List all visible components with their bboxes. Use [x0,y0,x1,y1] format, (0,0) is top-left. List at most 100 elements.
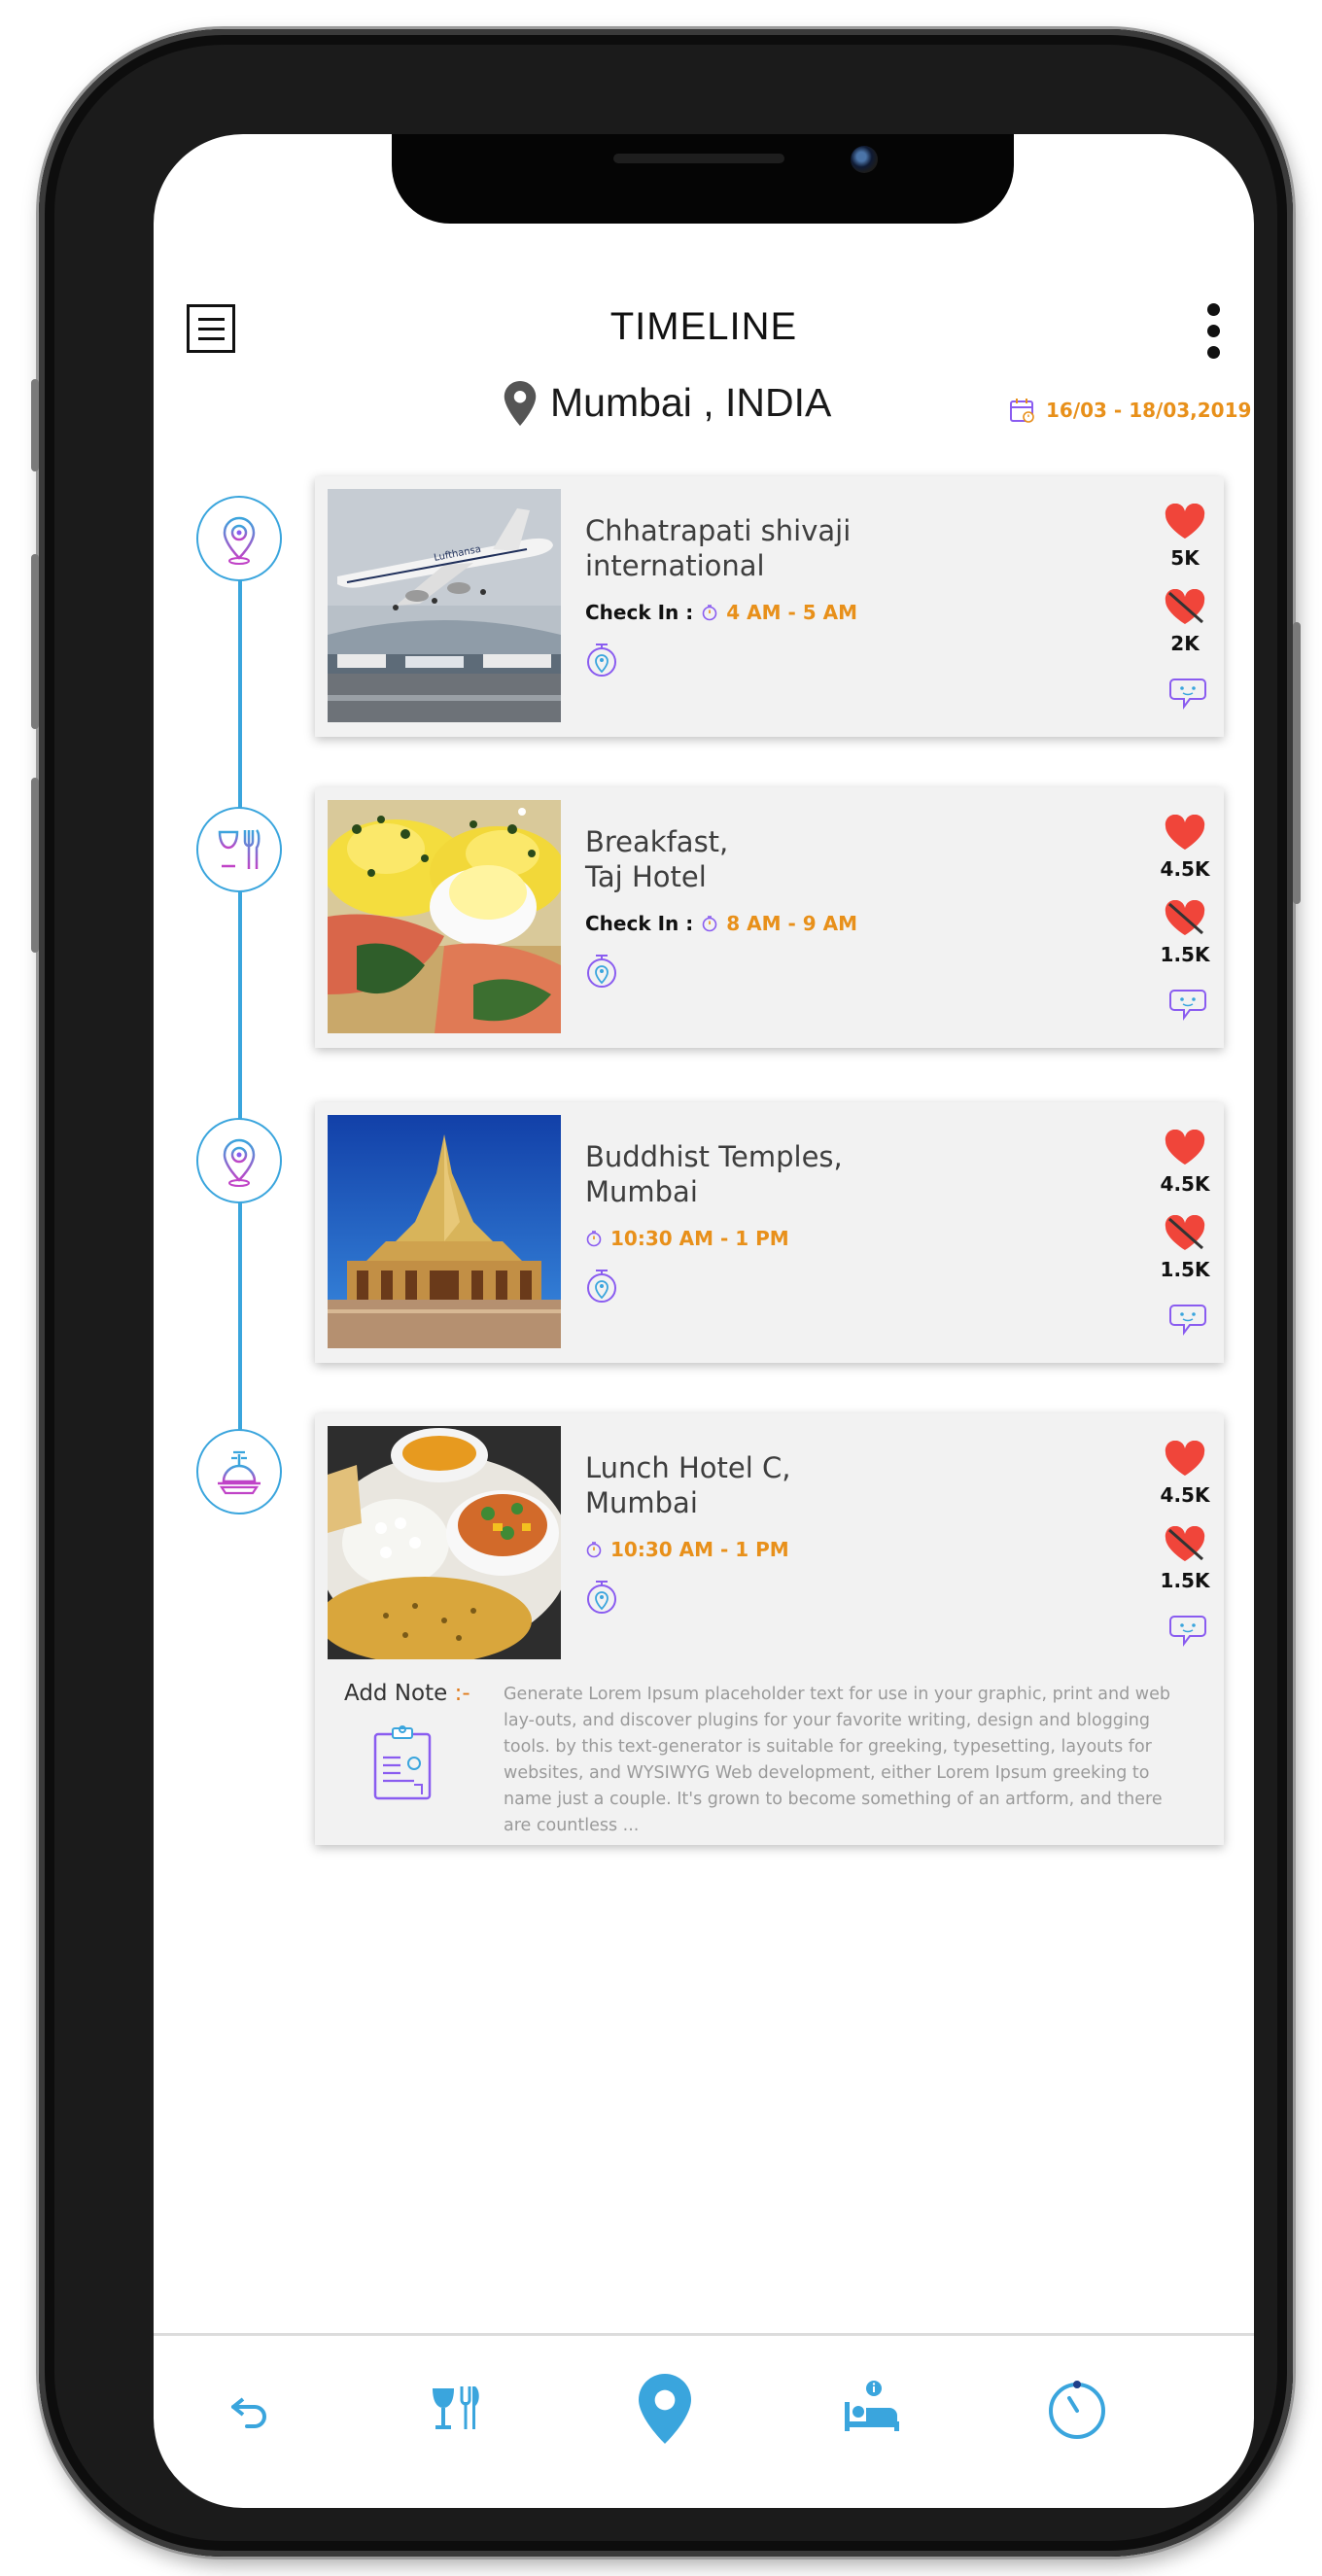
timeline-line [238,542,242,1478]
airplane-photo[interactable]: Lufthansa [328,489,561,722]
heart-icon [1165,503,1205,539]
broken-heart-icon [1165,1525,1205,1561]
clock-icon [702,916,717,932]
notch [392,134,1014,224]
likes-count: 5K [1170,546,1200,570]
page-title: TIMELINE [609,305,798,348]
serving-dish-icon [218,1450,261,1495]
back-arrow-icon [231,2397,266,2428]
checkin-time: 8 AM - 9 AM [726,912,857,935]
checkin-label: Check In : [585,601,694,624]
timeline-card-2[interactable]: Breakfast, Taj Hotel Check In : 8 AM - 9… [315,787,1224,1048]
broken-heart-icon [1165,588,1205,624]
calendar-icon [1010,399,1034,423]
food-drink-icon [433,2386,479,2429]
broken-heart-icon [1165,1214,1205,1250]
tab-food[interactable] [418,2370,496,2448]
dislikes-stat[interactable]: 1.5K [1156,1525,1214,1592]
timeline-node-2 [196,807,282,892]
dislikes-count: 1.5K [1160,943,1210,966]
hotel-bed-icon [845,2381,899,2431]
location-text: Mumbai , INDIA [550,380,832,425]
volume-down-button [31,778,39,953]
breakfast-photo[interactable] [328,800,561,1033]
location-pin-icon [639,2374,691,2444]
date-range-text: 16/03 - 18/03,2019 [1046,399,1252,422]
likes-stat[interactable]: 4.5K [1156,1129,1214,1196]
location-pin-icon[interactable] [585,1574,618,1620]
timeline-node-3 [196,1118,282,1203]
tabbar-divider [154,2333,1254,2336]
speaker-grille [613,154,784,163]
visit-time: 10:30 AM - 1 PM [610,1538,789,1561]
dislikes-count: 2K [1170,632,1200,655]
likes-count: 4.5K [1160,1172,1210,1196]
timeline-card-4[interactable]: Lunch Hotel C, Mumbai 10:30 AM - 1 PM 4.… [315,1413,1224,1845]
clock-icon [586,1542,602,1558]
timeline-node-1 [196,496,282,581]
timeline-card-1[interactable]: Lufthansa Chhatrapati shivaji internatio… [315,476,1224,737]
broken-heart-icon [1165,899,1205,935]
checkin-row: Check In : 8 AM - 9 AM [585,912,857,935]
tab-location[interactable] [626,2370,704,2448]
location-pin-icon [504,380,537,426]
dislikes-stat[interactable]: 1.5K [1156,1214,1214,1281]
note-text: Generate Lorem Ipsum placeholder text fo… [504,1685,1170,1835]
location-pin-icon[interactable] [585,1263,618,1309]
timer-icon [1049,2381,1105,2439]
likes-stat[interactable]: 4.5K [1156,814,1214,881]
location-pin-icon [223,516,256,565]
date-range[interactable]: 16/03 - 18/03,2019 [1009,397,1251,424]
location-pin-icon [223,1138,256,1187]
add-note-separator: :- [447,1681,470,1706]
likes-stat[interactable]: 5K [1156,503,1214,570]
clock-icon [586,1231,602,1247]
power-button [1293,622,1301,904]
tab-timer[interactable] [1038,2370,1116,2448]
likes-count: 4.5K [1160,857,1210,881]
dislikes-count: 1.5K [1160,1258,1210,1281]
visit-time: 10:30 AM - 1 PM [610,1227,789,1250]
location-header[interactable]: Mumbai , INDIA [504,380,831,426]
volume-up-button [31,554,39,729]
location-pin-icon[interactable] [585,637,618,683]
checkin-time: 4 AM - 5 AM [726,601,857,624]
tab-back[interactable] [212,2370,290,2448]
restaurant-icon [218,829,261,869]
location-pin-icon[interactable] [585,948,618,994]
likes-count: 4.5K [1160,1483,1210,1507]
card-title: Breakfast, Taj Hotel [585,825,729,893]
heart-icon [1165,1129,1205,1165]
timeline-card-3[interactable]: Buddhist Temples, Mumbai 10:30 AM - 1 PM… [315,1102,1224,1363]
tab-hotel[interactable] [834,2370,912,2448]
more-vertical-icon[interactable] [1203,301,1223,364]
dislikes-stat[interactable]: 1.5K [1156,899,1214,966]
chat-bubble-icon[interactable] [1168,1613,1207,1648]
clipboard-note-icon[interactable] [371,1724,434,1802]
clock-icon [702,605,717,621]
lunch-photo[interactable] [328,1426,561,1659]
heart-icon [1165,814,1205,850]
heart-icon [1165,1440,1205,1476]
chat-bubble-icon[interactable] [1168,987,1207,1022]
mute-switch [31,379,39,471]
add-note-text: Add Note [344,1681,448,1706]
timeline-node-4 [196,1429,282,1514]
chat-bubble-icon[interactable] [1168,1302,1207,1337]
dislikes-count: 1.5K [1160,1569,1210,1592]
phone-frame: TIMELINE Mumbai , INDIA 16/03 - 18/03,20… [31,29,1301,2557]
add-note-label[interactable]: Add Note :- [344,1681,470,1706]
card-title: Buddhist Temples, Mumbai [585,1140,843,1208]
checkin-row: Check In : 4 AM - 5 AM [585,601,857,624]
time-row: 10:30 AM - 1 PM [585,1227,789,1250]
checkin-label: Check In : [585,912,694,935]
temple-photo[interactable] [328,1115,561,1348]
app-screen: TIMELINE Mumbai , INDIA 16/03 - 18/03,20… [154,134,1254,2508]
chat-bubble-icon[interactable] [1168,676,1207,711]
dislikes-stat[interactable]: 2K [1156,588,1214,655]
likes-stat[interactable]: 4.5K [1156,1440,1214,1507]
card-title: Lunch Hotel C, Mumbai [585,1451,791,1519]
front-camera [851,146,878,173]
time-row: 10:30 AM - 1 PM [585,1538,789,1561]
card-title: Chhatrapati shivaji international [585,514,852,582]
